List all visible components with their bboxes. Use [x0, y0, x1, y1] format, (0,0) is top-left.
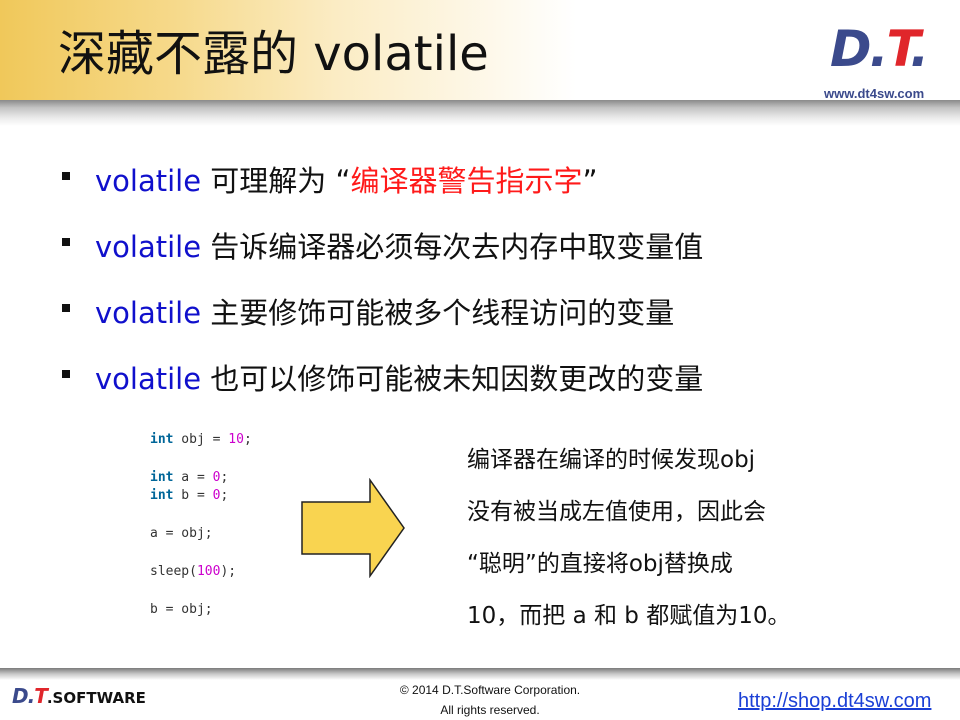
logo-dot: .	[910, 20, 929, 78]
bullet-item: volatile 也可以修饰可能被未知因数更改的变量	[60, 356, 703, 422]
code-line: int a = 0;	[150, 470, 229, 485]
dt-logo: D.T.	[830, 20, 929, 78]
code-line: int obj = 10;	[150, 432, 252, 447]
code-line: a = obj;	[150, 526, 213, 541]
bullet-item: volatile 可理解为 “编译器警告指示字”	[60, 158, 703, 224]
code-line: int b = 0;	[150, 488, 229, 503]
bullet-text: 告诉编译器必须每次去内存中取变量值	[201, 230, 704, 264]
bullet-text: 也可以修饰可能被未知因数更改的变量	[201, 362, 704, 396]
bullet-square-icon	[62, 238, 70, 246]
copyright: © 2014 D.T.Software Corporation. All rig…	[340, 680, 640, 720]
bullet-keyword: volatile	[95, 362, 202, 396]
explanation-line: 10，而把 a 和 b 都赋值为10。	[467, 603, 791, 629]
bullet-item: volatile 告诉编译器必须每次去内存中取变量值	[60, 224, 703, 290]
website-label: www.dt4sw.com	[824, 86, 925, 101]
title-divider	[0, 100, 960, 126]
logo-t: T	[886, 20, 913, 78]
bullet-square-icon	[62, 304, 70, 312]
shop-link[interactable]: http://shop.dt4sw.com	[738, 690, 931, 713]
explanation-line: “聪明”的直接将obj替换成	[467, 551, 733, 577]
explanation-text: 编译器在编译的时候发现obj 没有被当成左值使用，因此会 “聪明”的直接将obj…	[467, 434, 837, 642]
bullet-list: volatile 可理解为 “编译器警告指示字” volatile 告诉编译器必…	[60, 158, 703, 422]
right-arrow-icon	[301, 478, 405, 578]
bullet-text: 主要修饰可能被多个线程访问的变量	[201, 296, 675, 330]
bullet-tail: ”	[582, 164, 598, 198]
code-line: b = obj;	[150, 602, 213, 617]
bullet-keyword: volatile	[95, 230, 202, 264]
bullet-keyword: volatile	[95, 164, 202, 198]
explanation-line: 没有被当成左值使用，因此会	[467, 499, 766, 525]
bullet-item: volatile 主要修饰可能被多个线程访问的变量	[60, 290, 703, 356]
copyright-line: © 2014 D.T.Software Corporation.	[399, 683, 581, 697]
logo-d: D.	[830, 20, 888, 78]
code-line: sleep(100);	[150, 564, 237, 579]
copyright-line: All rights reserved.	[440, 703, 540, 717]
bullet-square-icon	[62, 370, 70, 378]
bullet-highlight: 编译器警告指示字	[350, 164, 583, 198]
footer-logo: D.T.SOFTWARE	[12, 684, 146, 708]
slide-title: 深藏不露的 volatile	[58, 26, 489, 82]
bullet-keyword: volatile	[95, 296, 202, 330]
footer-divider	[0, 668, 960, 680]
bullet-text: 可理解为 “	[201, 164, 351, 198]
explanation-line: 编译器在编译的时候发现obj	[467, 447, 756, 473]
bullet-square-icon	[62, 172, 70, 180]
